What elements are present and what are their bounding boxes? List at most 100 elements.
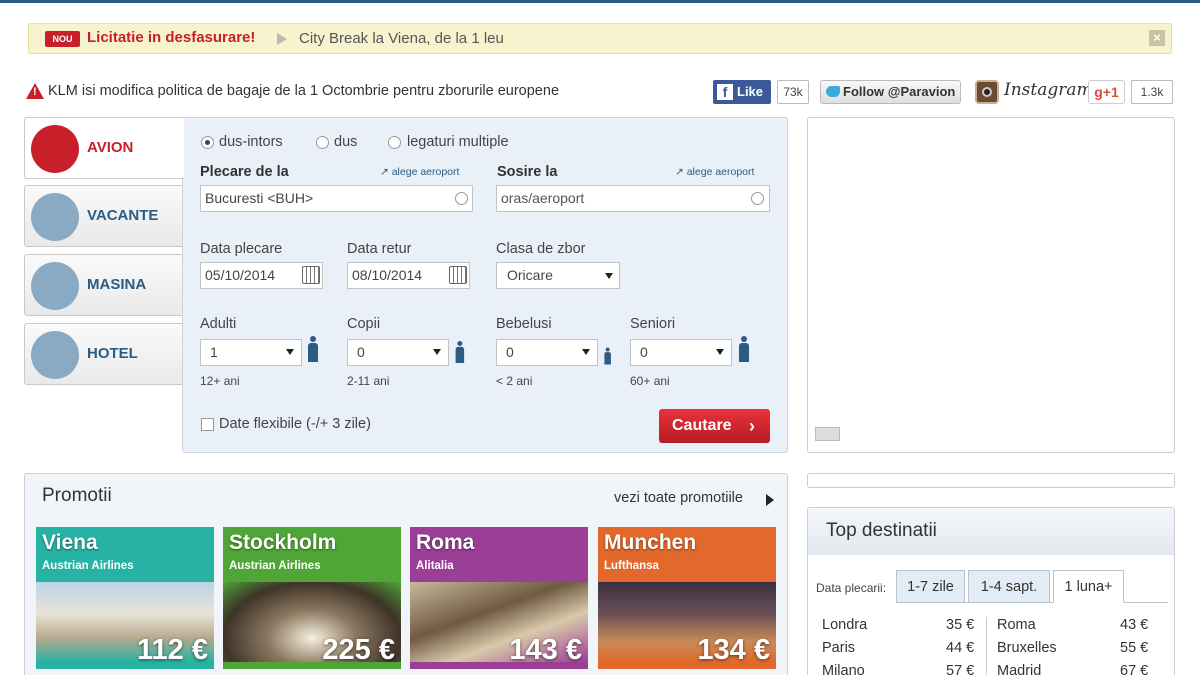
promo-airline: Austrian Airlines [42,560,134,572]
tab-label: VACANTE [87,207,159,224]
facebook-icon: f [717,84,733,100]
top-destinations-title: Top destinatii [826,520,937,541]
trip-multi-label[interactable]: legaturi multiple [407,134,509,150]
promo-price: 225 € [322,634,395,666]
destination-city[interactable]: Londra [822,617,867,633]
ad-button[interactable] [815,427,840,441]
auction-link[interactable]: Licitatie in desfasurare! [87,29,255,46]
infants-age-hint: < 2 ani [496,374,533,388]
to-input[interactable]: oras/aeroport [496,185,770,212]
chevron-right-icon: › [749,416,755,436]
close-icon[interactable]: × [1149,30,1165,46]
tab-avion[interactable]: AVION [24,117,184,179]
tab-1-luna[interactable]: 1 luna+ [1053,570,1124,603]
destination-city[interactable]: Madrid [997,663,1041,675]
instagram-link[interactable]: Instagram [1004,80,1093,100]
facebook-like-count: 73k [777,80,809,104]
flexible-dates-checkbox[interactable] [201,418,214,431]
children-age-hint: 2-11 ani [347,374,390,388]
calendar-icon[interactable] [302,266,320,284]
trip-roundtrip-label[interactable]: dus-intors [219,134,283,150]
facebook-like-button[interactable]: f Like [713,80,771,104]
twitter-bird-icon [826,86,840,97]
tab-vacante[interactable]: VACANTE [24,185,184,247]
infants-label: Bebelusi [496,316,552,332]
promotions-title: Promotii [42,485,112,506]
twitter-follow-button[interactable]: Follow @Paravion [820,80,961,104]
promo-card-viena[interactable]: Viena Austrian Airlines 112 € [36,527,214,669]
tab-label: MASINA [87,276,147,293]
see-all-promotions-link[interactable]: vezi toate promotiile [614,490,743,506]
car-icon [31,262,79,310]
choose-airport-to-link[interactable]: ↗ alege aeroport [675,166,754,178]
class-select[interactable]: Oricare [496,262,620,289]
promo-city: Stockholm [229,531,337,554]
destination-price: 43 € [1120,617,1149,633]
promo-card-stockholm[interactable]: Stockholm Austrian Airlines 225 € [223,527,401,669]
adult-person-icon [307,336,318,362]
trip-oneway-radio[interactable] [316,136,329,149]
seniors-age-hint: 60+ ani [630,374,670,388]
hotel-icon [31,331,79,379]
promo-city: Munchen [604,531,697,554]
city-break-link[interactable]: City Break la Viena, de la 1 leu [299,30,504,47]
destination-city[interactable]: Bruxelles [997,640,1057,656]
tab-1-4-sapt[interactable]: 1-4 sapt. [968,570,1050,603]
departure-date-label: Data plecarii: [816,581,887,595]
promo-city: Viena [42,531,98,554]
tab-hotel[interactable]: HOTEL [24,323,184,385]
promo-airline: Austrian Airlines [229,560,321,572]
trip-oneway-label[interactable]: dus [334,134,357,150]
chevron-down-icon [582,349,590,355]
from-input[interactable]: Bucuresti <BUH> [200,185,473,212]
from-clear-icon[interactable] [455,192,468,205]
google-plus-button[interactable]: g+1 [1088,80,1125,104]
tab-label: HOTEL [87,345,138,362]
senior-person-icon [738,336,749,362]
top-bar [0,0,1200,3]
depart-label: Data plecare [200,241,283,257]
adults-age-hint: 12+ ani [200,374,240,388]
promo-price: 112 € [137,634,208,666]
choose-airport-from-link[interactable]: ↗ alege aeroport [380,166,459,178]
google-plus-count: 1.3k [1131,80,1173,104]
chevron-down-icon [716,349,724,355]
destination-price: 44 € [946,640,975,656]
class-label: Clasa de zbor [496,241,586,257]
tab-1-7-zile[interactable]: 1-7 zile [896,570,965,603]
destination-price: 67 € [1120,663,1149,675]
to-label: Sosire la [497,164,558,180]
instagram-icon[interactable] [975,80,999,104]
promo-price: 134 € [697,634,770,666]
tab-masina[interactable]: MASINA [24,254,184,316]
infant-person-icon [604,347,611,365]
adults-label: Adulti [200,316,237,332]
klm-alert-link[interactable]: KLM isi modifica politica de bagaje de l… [48,83,559,99]
destination-city[interactable]: Roma [997,617,1036,633]
promo-card-roma[interactable]: Roma Alitalia 143 € [410,527,588,669]
chevron-down-icon [433,349,441,355]
seniors-label: Seniori [630,316,676,332]
ad-box [807,117,1175,453]
destination-price: 57 € [946,663,975,675]
return-label: Data retur [347,241,412,257]
to-clear-icon[interactable] [751,192,764,205]
trip-roundtrip-radio[interactable] [201,136,214,149]
destination-city[interactable]: Paris [822,640,855,656]
trip-multi-radio[interactable] [388,136,401,149]
calendar-icon[interactable] [449,266,467,284]
promo-price: 143 € [509,634,582,666]
from-label: Plecare de la [200,164,289,180]
ad-bar [807,473,1175,488]
flexible-dates-label[interactable]: Date flexibile (-/+ 3 zile) [219,416,371,432]
search-button[interactable]: Cautare › [659,409,770,443]
destination-city[interactable]: Milano [822,663,865,675]
arrow-right-icon[interactable] [766,494,774,506]
destination-price: 55 € [1120,640,1149,656]
new-badge: NOU [45,31,80,47]
promo-airline: Lufthansa [604,560,659,572]
promo-card-munchen[interactable]: Munchen Lufthansa 134 € [598,527,776,669]
play-icon [277,33,287,45]
chevron-down-icon [286,349,294,355]
auction-notice[interactable]: NOU Licitatie in desfasurare! City Break… [28,23,1172,54]
